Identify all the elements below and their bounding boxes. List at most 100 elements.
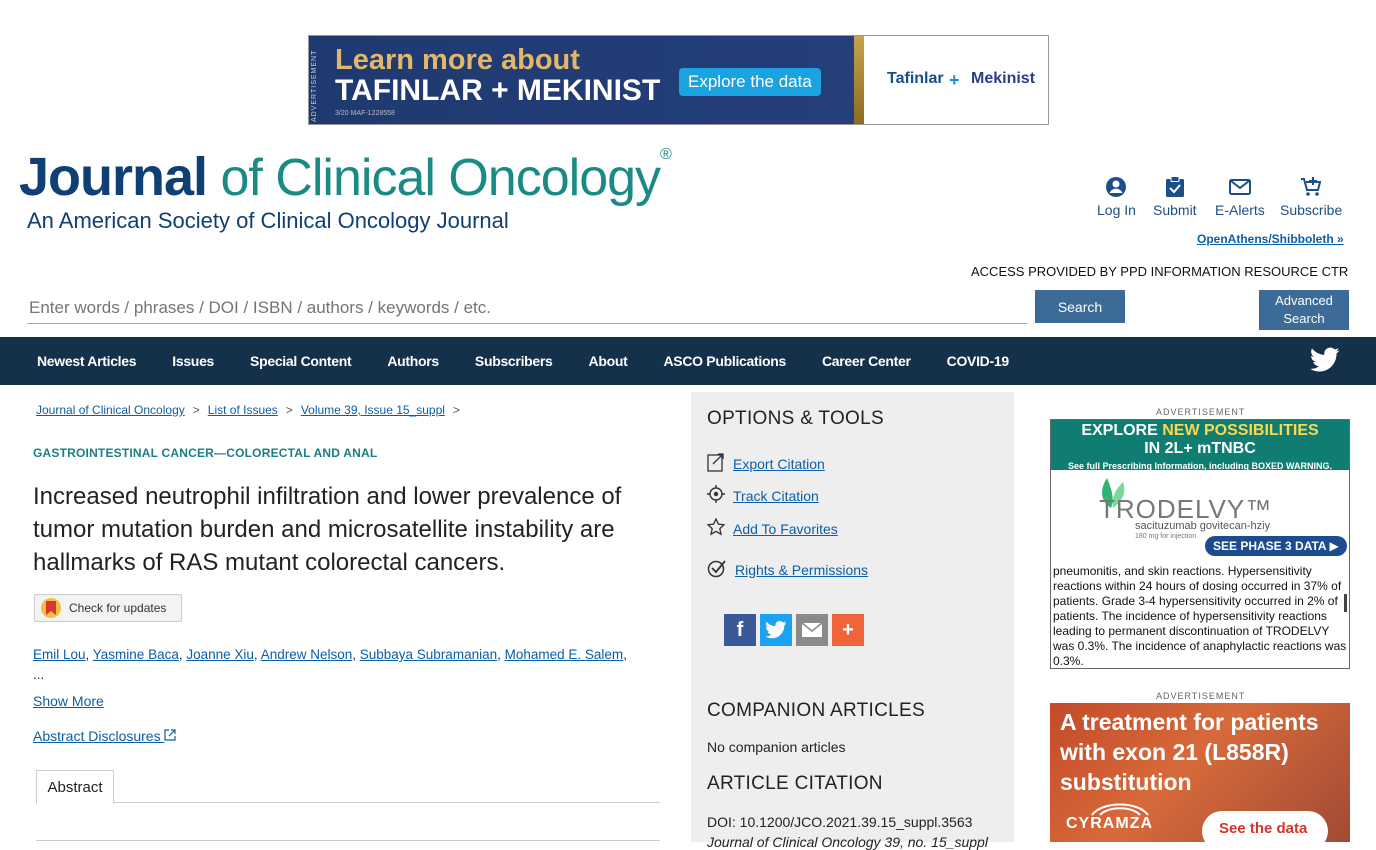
author-link[interactable]: Andrew Nelson [261,647,353,662]
star-icon [706,517,726,539]
ealerts-link[interactable]: E-Alerts [1215,176,1265,218]
citation-doi: DOI: 10.1200/JCO.2021.39.15_suppl.3563 [707,814,973,830]
add-to-favorites-label: Add To Favorites [733,520,838,537]
openathens-link[interactable]: OpenAthens/Shibboleth » [1197,232,1344,246]
main-navigation: Newest Articles Issues Special Content A… [0,337,1376,385]
login-link[interactable]: Log In [1097,176,1136,218]
nav-career-center[interactable]: Career Center [822,353,911,369]
ealerts-label: E-Alerts [1215,202,1265,218]
ad1-headline-c: IN 2L+ mTNBC [1144,440,1256,457]
share-buttons: f + [724,614,864,646]
companion-articles-text: No companion articles [707,739,846,755]
ad1-dose: 180 mg for injection [1135,533,1197,540]
author-ellipsis: ... [33,667,45,682]
search-input[interactable] [27,292,1027,324]
twitter-share-icon[interactable] [760,614,792,646]
breadcrumb-volume[interactable]: Volume 39, Issue 15_suppl [301,403,445,417]
cyramza-ad[interactable]: A treatment for patients with exon 21 (L… [1050,703,1350,842]
author-link[interactable]: Emil Lou [33,647,86,662]
article-title: Increased neutrophil infiltration and lo… [33,483,622,576]
abstract-disclosures-link[interactable]: Abstract Disclosures [33,728,177,744]
rights-permissions-label: Rights & Permissions [735,561,869,578]
ad1-prescribing-link[interactable]: Prescribing Information [1103,461,1205,471]
breadcrumb-journal[interactable]: Journal of Clinical Oncology [36,403,185,417]
export-icon [707,452,725,475]
options-tools-heading: OPTIONS & TOOLS [707,408,884,429]
author-list: Emil Lou, Yasmine Baca, Joanne Xiu, Andr… [33,647,627,682]
external-link-icon [164,728,177,744]
ad1-sub-b: , including BOXED WARNING. [1204,461,1333,471]
ad1-scrollbar[interactable] [1344,594,1347,612]
export-citation-link[interactable]: Export Citation [707,452,825,475]
check-for-updates-label: Check for updates [69,601,167,615]
author-link[interactable]: Subbaya Subramanian [360,647,497,662]
breadcrumb-separator: > [285,403,293,417]
breadcrumb-list-of-issues[interactable]: List of Issues [208,403,278,417]
ad-label: ADVERTISEMENT [1156,407,1246,417]
ad-brand-tafinlar: Tafinlar [887,70,944,87]
track-citation-label: Track Citation [733,487,819,504]
export-citation-label: Export Citation [733,455,825,472]
crosshair-icon [707,485,725,506]
options-sidebar: OPTIONS & TOOLS Export Citation Track Ci… [691,392,1014,850]
ad1-phase3-button[interactable]: SEE PHASE 3 DATA ▶ [1205,536,1347,556]
logo-registered-mark: ® [660,146,672,163]
show-more-link[interactable]: Show More [33,693,104,709]
ad1-header: EXPLORE NEW POSSIBILITIES IN 2L+ mTNBC S… [1051,420,1349,471]
nav-authors[interactable]: Authors [387,353,439,369]
ad-label: ADVERTISEMENT [1156,691,1246,701]
ad1-generic: sacituzumab govitecan-hziy [1135,520,1271,532]
breadcrumb-separator: > [452,403,460,417]
more-share-icon[interactable]: + [832,614,864,646]
ad1-headline-b: NEW POSSIBILITIES [1162,422,1319,439]
author-link[interactable]: Yasmine Baca [93,647,179,662]
ad2-headline: A treatment for patients with exon 21 (L… [1060,709,1319,795]
facebook-icon[interactable]: f [724,614,756,646]
top-banner-ad[interactable]: ADVERTISEMENT Learn more about TAFINLAR … [308,35,1049,125]
search-button[interactable]: Search [1035,290,1125,323]
breadcrumb: Journal of Clinical Oncology > List of I… [36,403,460,417]
check-for-updates-button[interactable]: Check for updates [34,594,182,622]
rights-permissions-link[interactable]: Rights & Permissions [707,558,868,581]
ad-code: 3/20 MAF-1228558 [335,110,395,117]
abstract-disclosures-label: Abstract Disclosures [33,728,161,744]
logo-title-rest: of Clinical Oncology [207,149,661,207]
ad-brand-mekinist: Mekinist [971,70,1036,87]
ad2-brand: CYRAMZA [1066,815,1153,832]
submit-label: Submit [1153,202,1197,218]
nav-covid-19[interactable]: COVID-19 [947,353,1009,369]
nav-issues[interactable]: Issues [172,353,214,369]
check-circle-icon [707,558,727,581]
ad-plus: + [949,70,960,90]
subscribe-link[interactable]: Subscribe [1280,176,1342,218]
nav-special-content[interactable]: Special Content [250,353,352,369]
ad2-see-data-button[interactable]: See the data [1202,811,1328,842]
twitter-icon[interactable] [1310,347,1340,378]
article-tabs: Abstract [36,770,660,804]
login-label: Log In [1097,202,1136,218]
ad-explore-button[interactable]: Explore the data [679,68,821,96]
ad-line1: Learn more about [335,44,580,76]
mail-icon [1228,176,1251,198]
email-share-icon[interactable] [796,614,828,646]
add-to-favorites-link[interactable]: Add To Favorites [706,517,838,539]
nav-subscribers[interactable]: Subscribers [475,353,553,369]
ad1-sub-a: See full [1067,461,1103,471]
article-citation-heading: ARTICLE CITATION [707,773,883,794]
submit-link[interactable]: Submit [1153,176,1197,218]
nav-asco-publications[interactable]: ASCO Publications [663,353,786,369]
crossmark-icon [41,598,61,618]
advanced-search-button[interactable]: Advanced Search [1259,290,1349,330]
article-section-label: GASTROINTESTINAL CANCER—COLORECTAL AND A… [33,446,378,460]
track-citation-link[interactable]: Track Citation [707,485,819,506]
divider [36,840,660,841]
companion-articles-heading: COMPANION ARTICLES [707,700,925,721]
ad1-safety-text: pneumonitis, and skin reactions. Hyperse… [1053,564,1347,668]
author-link[interactable]: Joanne Xiu [186,647,254,662]
author-link[interactable]: Mohamed E. Salem [505,647,624,662]
journal-logo[interactable]: Journal of Clinical Oncology® An America… [19,146,672,233]
nav-newest-articles[interactable]: Newest Articles [37,353,137,369]
nav-about[interactable]: About [589,353,628,369]
tab-abstract[interactable]: Abstract [36,770,114,804]
trodelvy-ad[interactable]: EXPLORE NEW POSSIBILITIES IN 2L+ mTNBC S… [1050,419,1350,669]
